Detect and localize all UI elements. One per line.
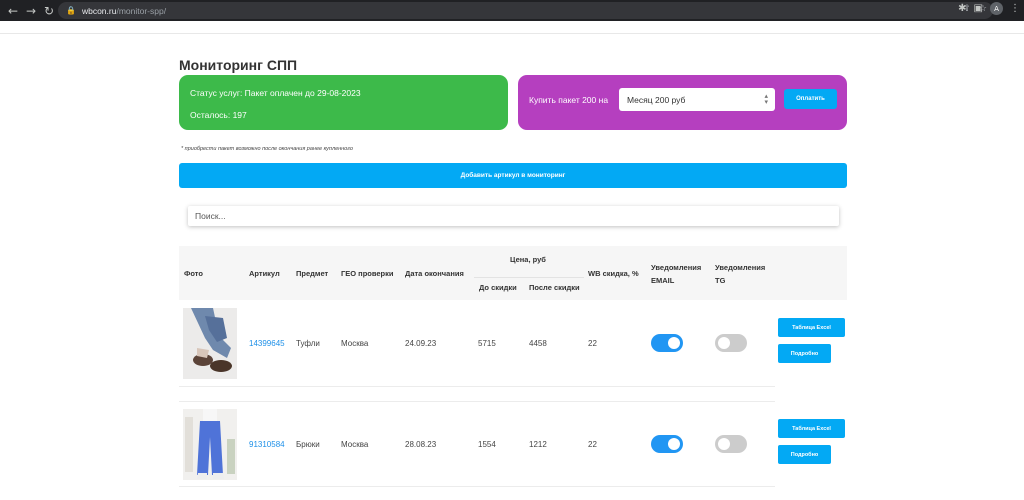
address-bar[interactable]: 🔒 wbcon.ru/monitor-spp/ ⇪ ☆	[58, 2, 993, 19]
email-notify-toggle[interactable]	[651, 334, 683, 352]
toggle-knob	[718, 337, 730, 349]
package-select-value: Месяц 200 руб	[627, 94, 686, 105]
header-price-after: После скидки	[529, 283, 580, 292]
end-date-cell: 28.08.23	[405, 440, 437, 449]
row-divider	[179, 401, 775, 402]
wb-discount-cell: 22	[588, 339, 597, 348]
product-photo	[183, 308, 237, 379]
url-host: wbcon.ru	[81, 5, 117, 16]
wb-discount-cell: 22	[588, 440, 597, 449]
header-notify-email-line2: EMAIL	[651, 276, 675, 285]
header-article: Артикул	[249, 269, 280, 278]
purchase-note: * приобрести пакет возможно после оконча…	[181, 146, 353, 152]
buy-package-label: Купить пакет 200 на	[529, 95, 609, 105]
status-card: Статус услуг: Пакет оплачен до 29-08-202…	[179, 75, 508, 130]
extensions-icon[interactable]: ✱	[958, 3, 966, 14]
header-subject: Предмет	[296, 269, 329, 278]
header-price-divider	[474, 277, 584, 278]
toggle-knob	[668, 337, 680, 349]
browser-nav: ← → ↻	[4, 4, 58, 18]
article-link[interactable]: 14399645	[249, 339, 285, 348]
article-link[interactable]: 91310584	[249, 440, 285, 449]
header-end-date: Дата окончания	[405, 269, 464, 278]
back-icon[interactable]: ←	[4, 4, 22, 18]
url-path: /monitor-spp/	[116, 5, 167, 16]
details-button[interactable]: Подробно	[778, 445, 831, 464]
product-photo	[183, 409, 237, 480]
page-title: Мониторинг СПП	[179, 57, 298, 73]
status-text: Статус услуг: Пакет оплачен до 29-08-202…	[190, 88, 361, 98]
url-text[interactable]: wbcon.ru/monitor-spp/	[82, 6, 166, 16]
header-price-group: Цена, руб	[510, 255, 546, 264]
header-wb-discount: WB скидка, %	[588, 269, 639, 278]
price-before-cell: 5715	[478, 339, 496, 348]
browser-actions: ✱ ▣ A ⋮	[958, 2, 1020, 15]
row-divider	[179, 386, 775, 387]
search-input[interactable]	[188, 206, 839, 226]
header-geo: ГЕО проверки	[341, 269, 394, 278]
end-date-cell: 24.09.23	[405, 339, 437, 348]
details-button[interactable]: Подробно	[778, 344, 831, 363]
subject-cell: Туфли	[296, 339, 320, 348]
forward-icon[interactable]: →	[22, 4, 40, 18]
buy-package-card: Купить пакет 200 на Месяц 200 руб ▴ ▾ Опл…	[518, 75, 847, 130]
header-notify-tg-line1: Уведомления	[715, 263, 766, 272]
lock-icon[interactable]: 🔒	[66, 6, 76, 15]
menu-kebab-icon[interactable]: ⋮	[1010, 3, 1020, 14]
price-after-cell: 1212	[529, 440, 547, 449]
excel-table-button[interactable]: Таблица Excel	[778, 419, 845, 438]
reload-icon[interactable]: ↻	[40, 4, 58, 18]
browser-toolbar: ← → ↻ 🔒 wbcon.ru/monitor-spp/ ⇪ ☆ ✱ ▣ A …	[0, 0, 1024, 21]
tg-notify-toggle[interactable]	[715, 334, 747, 352]
header-notify-email-line1: Уведомления	[651, 263, 702, 272]
header-notify-tg-line2: TG	[715, 276, 726, 285]
header-price-before: До скидки	[479, 283, 517, 292]
pay-button[interactable]: Оплатить	[784, 89, 837, 109]
subject-cell: Брюки	[296, 440, 320, 449]
package-select[interactable]: Месяц 200 руб ▴ ▾	[619, 88, 775, 111]
geo-cell: Москва	[341, 440, 369, 449]
sidebar-icon[interactable]: ▣	[974, 3, 983, 14]
excel-table-button[interactable]: Таблица Excel	[778, 318, 845, 337]
toggle-knob	[718, 438, 730, 450]
header-divider	[0, 33, 1024, 34]
add-article-button[interactable]: Добавить артикул в мониторинг	[179, 163, 847, 188]
profile-avatar[interactable]: A	[990, 2, 1003, 15]
price-before-cell: 1554	[478, 440, 496, 449]
header-photo: Фото	[184, 269, 203, 278]
geo-cell: Москва	[341, 339, 369, 348]
row-divider	[179, 486, 775, 487]
email-notify-toggle[interactable]	[651, 435, 683, 453]
price-after-cell: 4458	[529, 339, 547, 348]
remaining-text: Осталось: 197	[190, 110, 247, 120]
select-chevron-icon: ▴ ▾	[764, 92, 768, 106]
tg-notify-toggle[interactable]	[715, 435, 747, 453]
toggle-knob	[668, 438, 680, 450]
